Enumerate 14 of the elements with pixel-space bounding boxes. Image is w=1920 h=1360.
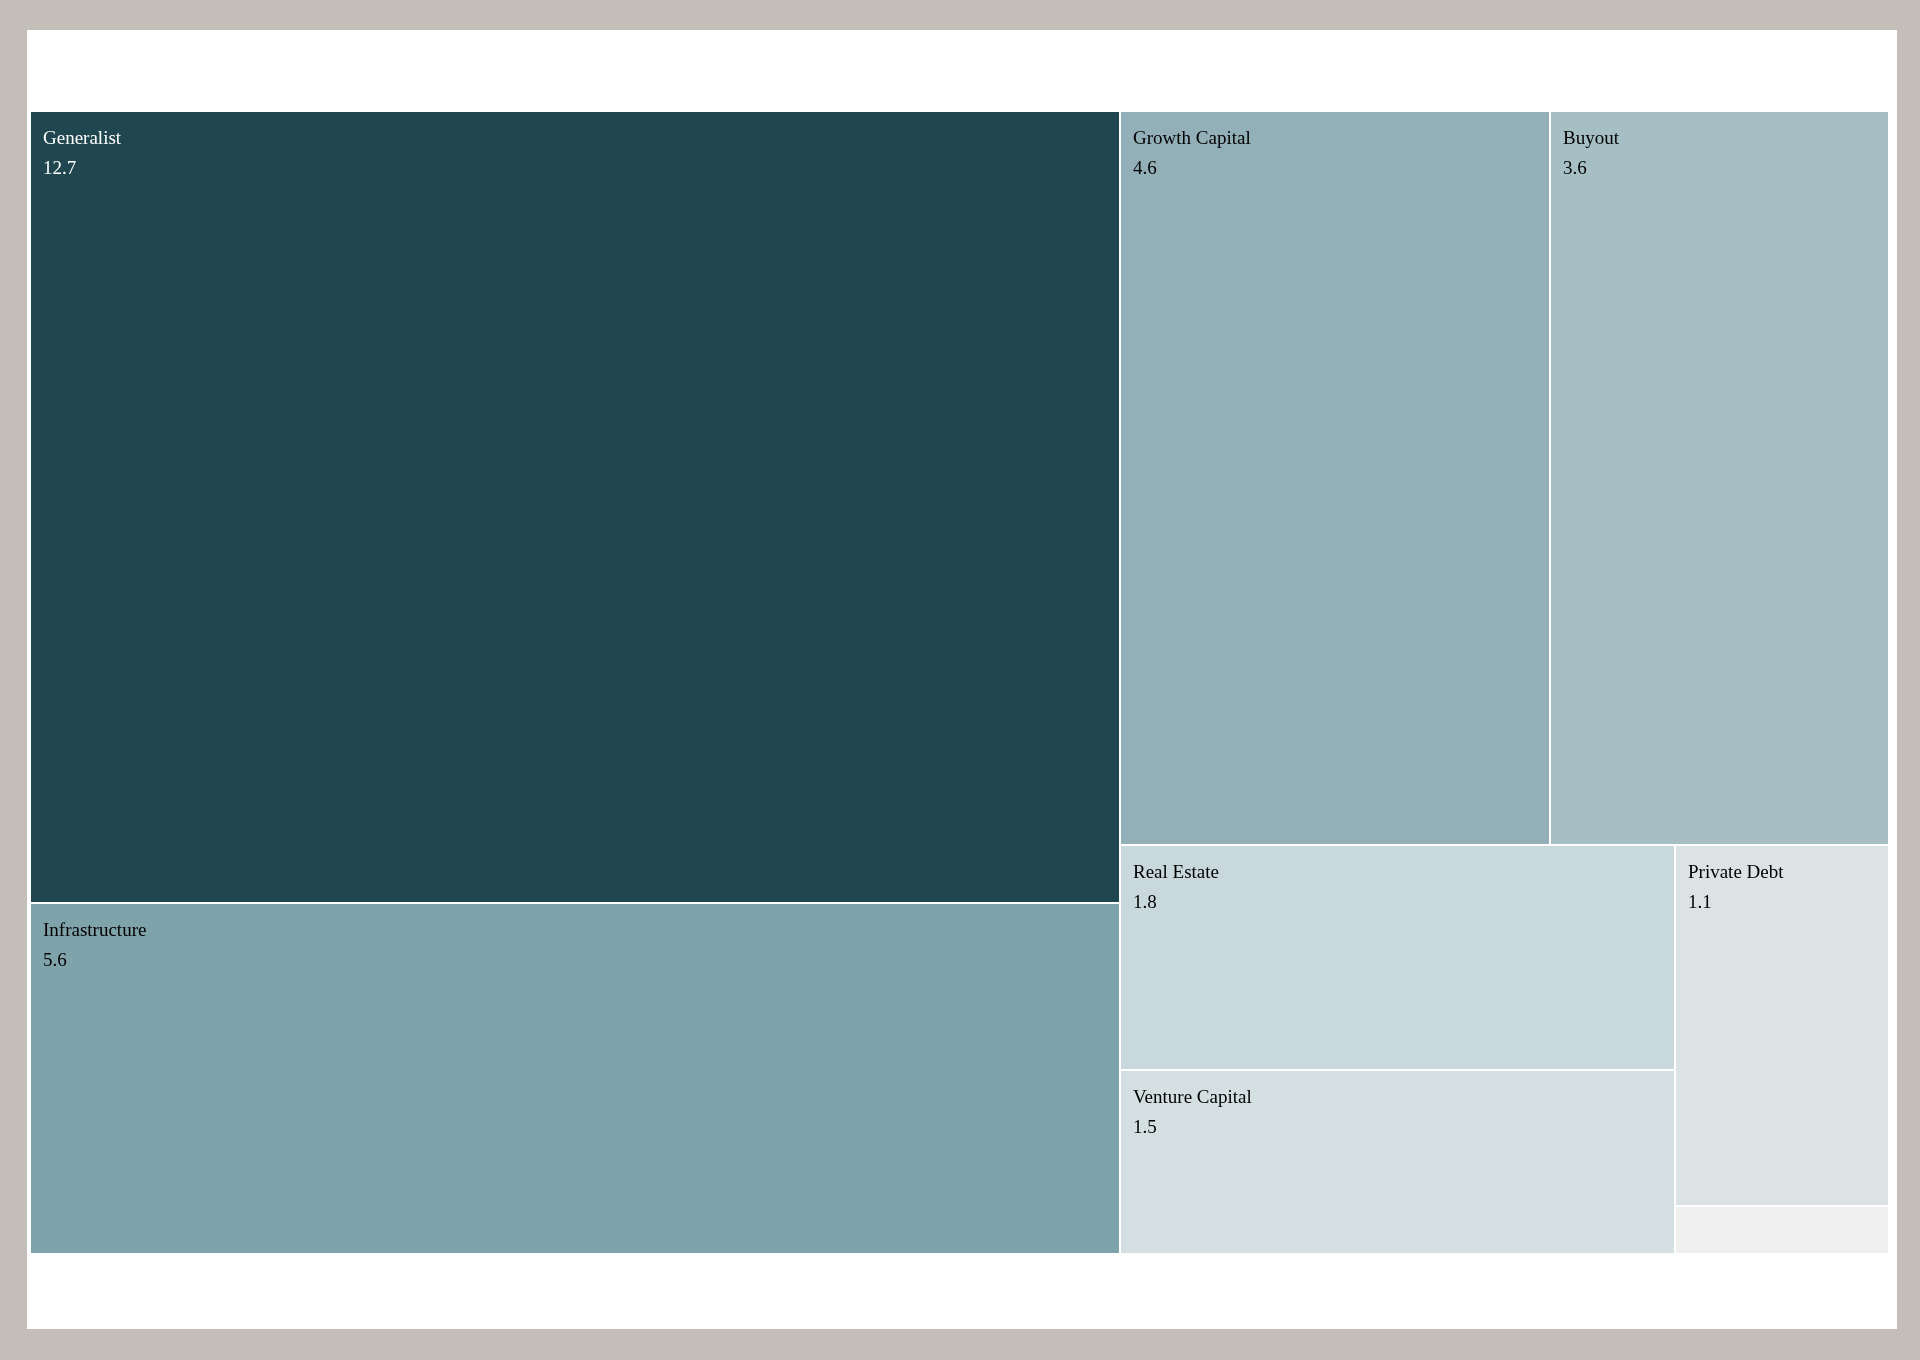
tile-value: 4.6 [1133, 156, 1157, 180]
tile-value: 1.5 [1133, 1115, 1157, 1139]
tile-label: Generalist [43, 126, 122, 150]
tile-value: 5.6 [43, 948, 67, 972]
tile-label: Buyout [1563, 126, 1619, 150]
tile-label: Growth Capital [1133, 126, 1251, 150]
tile-label: Private Debt [1688, 860, 1784, 884]
tile-value: 1.8 [1133, 890, 1157, 914]
tile-value: 1.1 [1688, 890, 1712, 914]
tile-label: Real Estate [1133, 860, 1219, 884]
tile-value: 3.6 [1563, 156, 1587, 180]
tile-value: 12.7 [43, 156, 77, 180]
tile-label: Infrastructure [43, 918, 147, 942]
tile-label: Venture Capital [1133, 1085, 1252, 1109]
